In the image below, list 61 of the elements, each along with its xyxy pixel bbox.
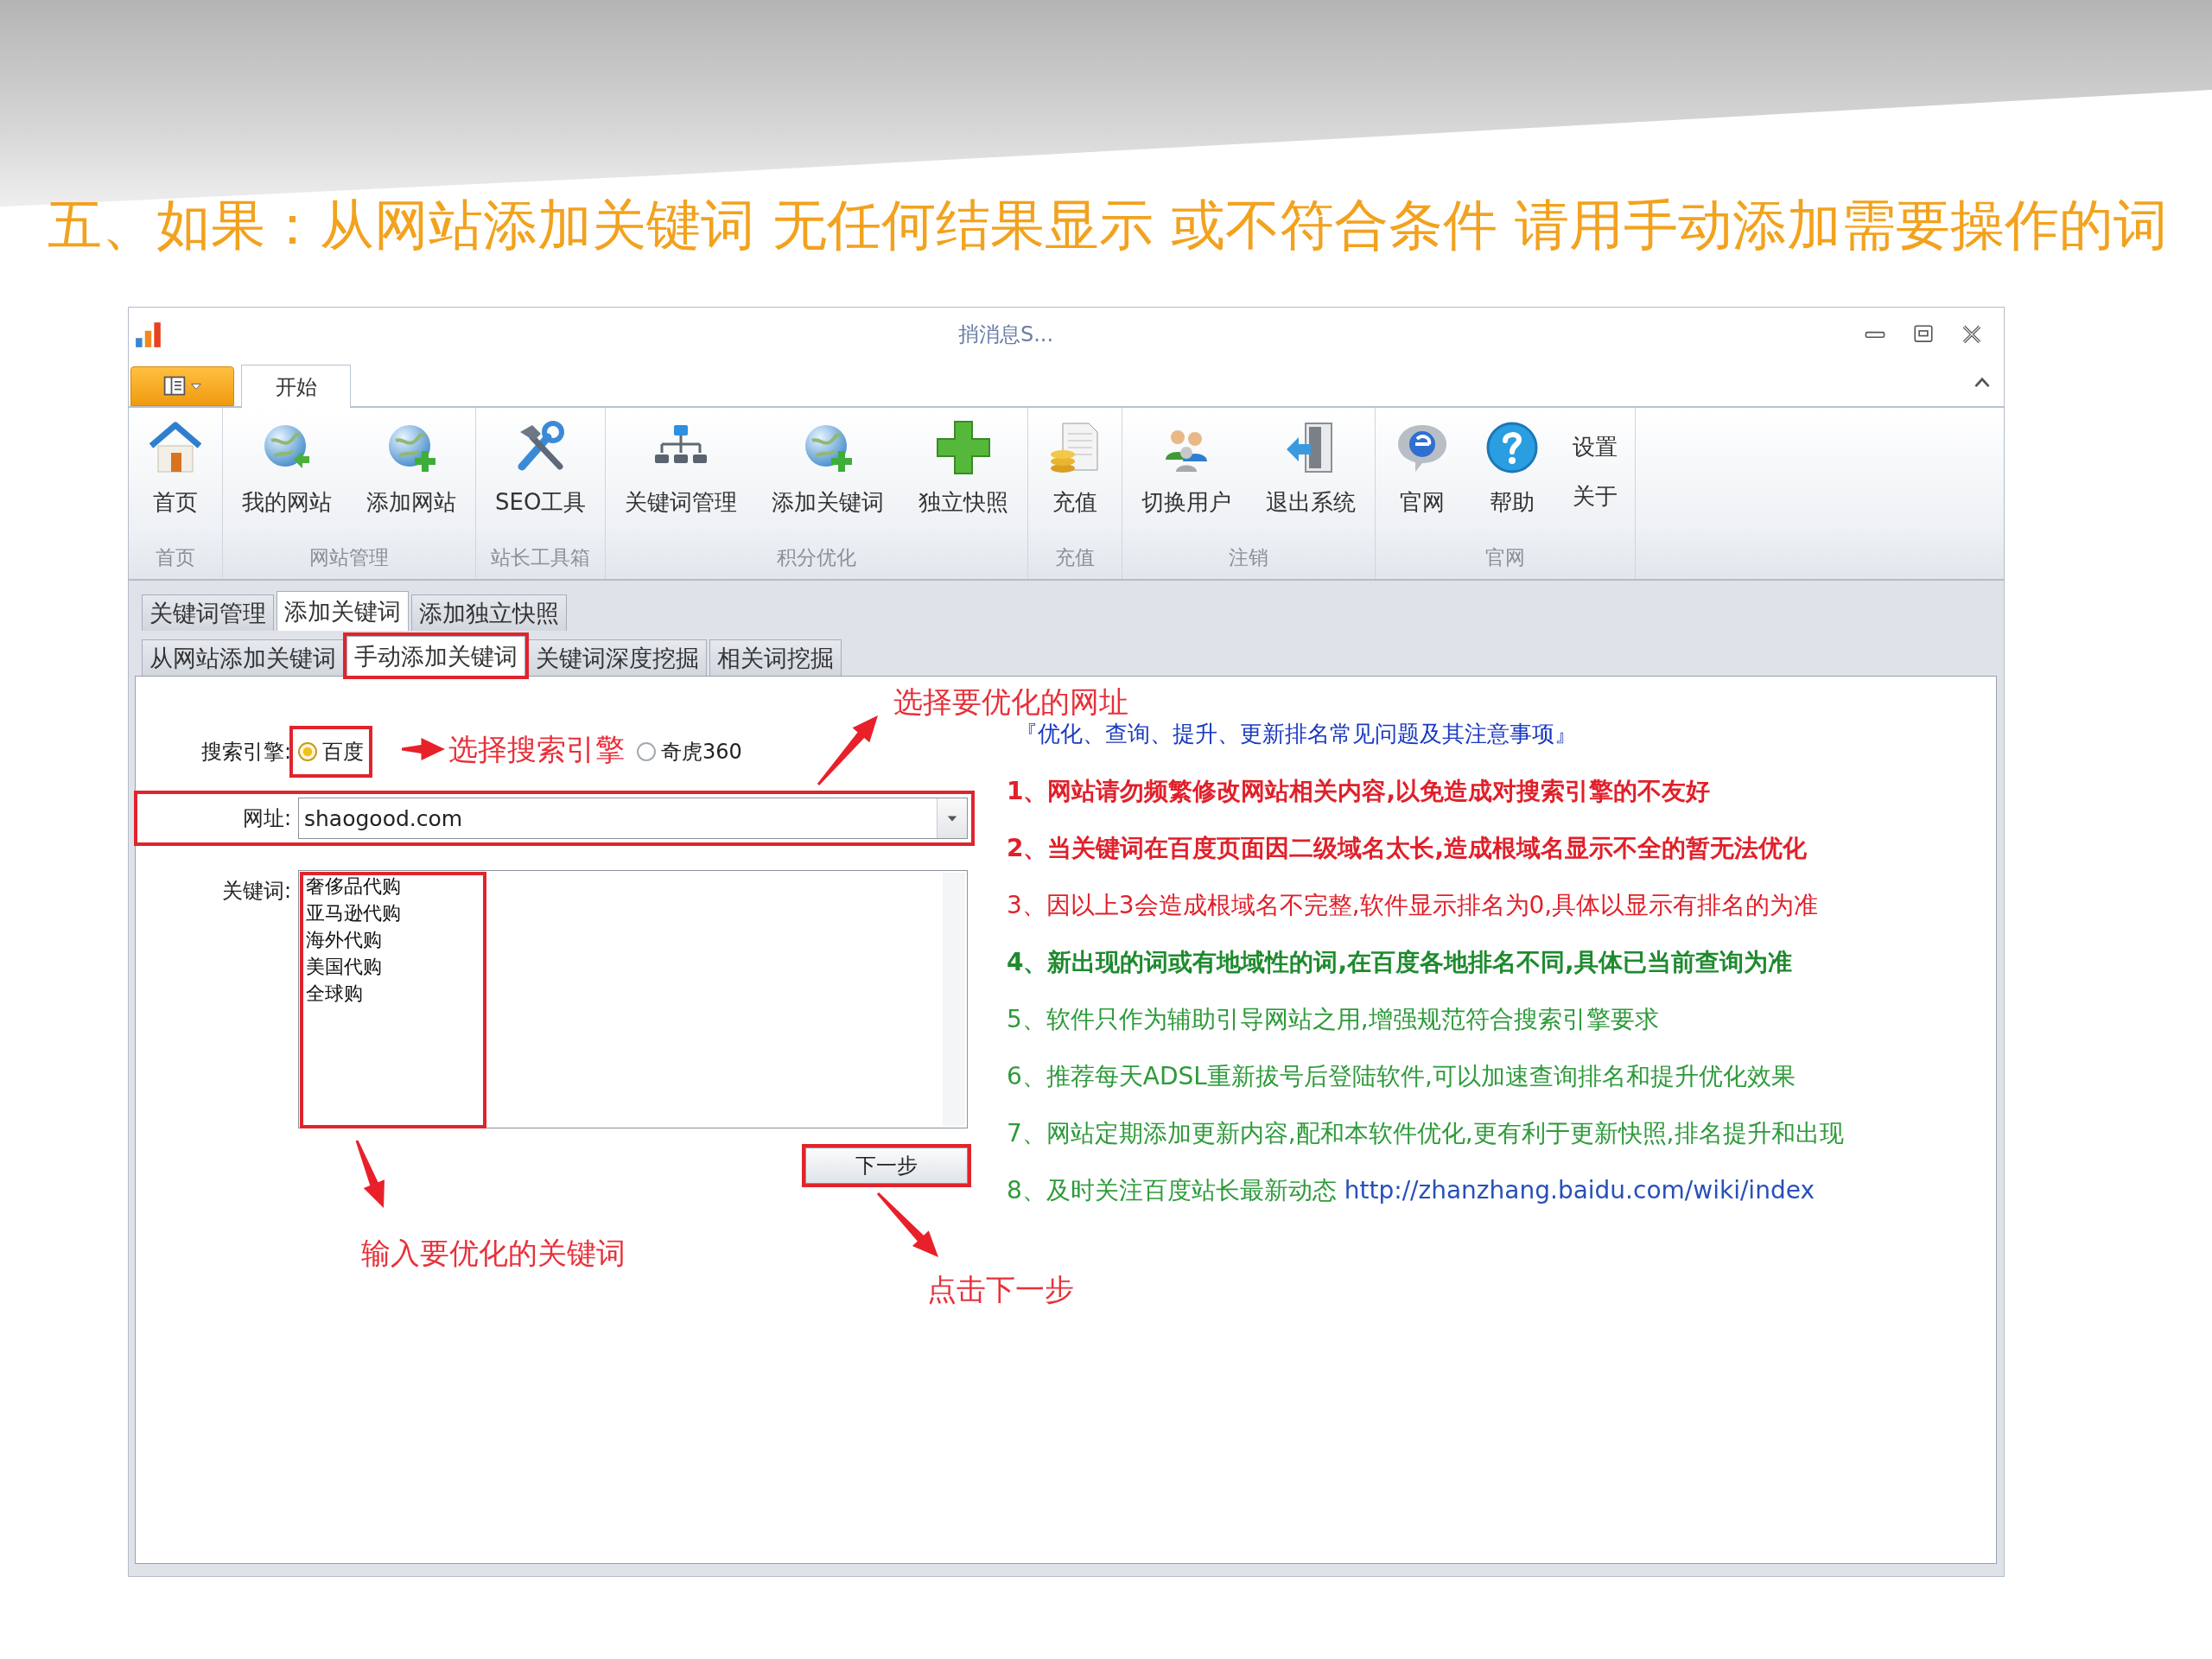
page-tab[interactable]: 添加关键词 bbox=[276, 591, 409, 631]
house-icon bbox=[148, 420, 203, 475]
ribbon-button[interactable]: 独立快照 bbox=[901, 408, 1027, 536]
note-text: 7、网站定期添加更新内容,配和本软件优化,更有利于更新快照,排名提升和出现 bbox=[1007, 1119, 1844, 1147]
ribbon-group-label: 网站管理 bbox=[308, 544, 390, 570]
sub-tab[interactable]: 相关词挖掘 bbox=[709, 639, 842, 676]
note-text: 3、因以上3会造成根域名不完整,软件显示排名为0,具体以显示有排名的为准 bbox=[1007, 891, 1819, 919]
note-text: 6、推荐每天ADSL重新拔号后登陆软件,可以加速查询排名和提升优化效果 bbox=[1007, 1062, 1796, 1090]
ribbon-group-label: 官网 bbox=[1484, 544, 1527, 570]
field-label: 关键词: bbox=[220, 878, 291, 905]
slide-title: 五、如果：从网站添加关键词 无任何结果显示 或不符合条件 请用手动添加需要操作的词 bbox=[48, 194, 2169, 257]
ribbon-button[interactable]: 我的网站 bbox=[225, 408, 349, 536]
link[interactable]: http://zhanzhang.baidu.com/wiki/index bbox=[1344, 1176, 1815, 1205]
ribbon-small-button[interactable]: 设置 bbox=[1573, 432, 1618, 462]
ribbon-button[interactable]: 帮助 bbox=[1467, 408, 1558, 536]
note-text: 2、当关键词在百度页面因二级域名太长,造成根域名显示不全的暂无法优化 bbox=[1007, 834, 1808, 862]
page-tab[interactable]: 添加独立快照 bbox=[411, 594, 567, 631]
sub-tab[interactable]: 关键词深度挖掘 bbox=[528, 639, 707, 676]
callout-text: 选择搜索引擎 bbox=[448, 732, 625, 766]
url-combobox[interactable]: shaogood.com bbox=[298, 798, 968, 839]
ribbon-button[interactable]: 充值 bbox=[1030, 408, 1121, 536]
note-text: 4、新出现的词或有地域性的词,在百度各地排名不同,具体已当前查询为准 bbox=[1007, 948, 1792, 976]
next-button[interactable]: 下一步 bbox=[805, 1147, 968, 1184]
plus-icon bbox=[936, 420, 992, 475]
engine-radio[interactable]: 奇虎360 bbox=[637, 738, 742, 766]
sub-tab[interactable]: 从网站添加关键词 bbox=[142, 639, 344, 676]
field-label: 网址: bbox=[241, 805, 291, 832]
ribbon-button[interactable]: 首页 bbox=[130, 408, 220, 536]
ribbon-button[interactable]: 关键词管理 bbox=[607, 408, 755, 536]
keywords-field[interactable]: 奢侈品代购 亚马逊代购 海外代购 美国代购 全球购 bbox=[298, 870, 968, 1128]
engine-radio[interactable]: 百度 bbox=[298, 738, 364, 766]
ribbon-tab[interactable]: 开始 bbox=[241, 365, 351, 408]
callout-text: 选择要优化的网址 bbox=[893, 684, 1128, 719]
ribbon-button[interactable]: 退出系统 bbox=[1249, 408, 1374, 536]
ribbon-button[interactable]: 添加网站 bbox=[349, 408, 474, 536]
window-title: 捎消息S... bbox=[957, 321, 1054, 348]
notes-heading: 『优化、查询、提升、更新排名常见问题及其注意事项』 bbox=[1015, 720, 1577, 748]
radio-indicator[interactable] bbox=[637, 742, 656, 761]
bar-chart-icon bbox=[134, 320, 163, 349]
note-text: 8、及时关注百度站长最新动态 bbox=[1007, 1176, 1337, 1205]
ribbon-button[interactable]: 官网 bbox=[1377, 408, 1468, 536]
note-text: 5、软件只作为辅助引导网站之用,增强规范符合搜索引擎要求 bbox=[1007, 1005, 1659, 1033]
ribbon-group-label: 注销 bbox=[1228, 544, 1270, 570]
close-icon[interactable] bbox=[1961, 323, 1983, 346]
callout-text: 输入要优化的关键词 bbox=[361, 1236, 626, 1270]
ribbon-small-button[interactable]: 关于 bbox=[1573, 481, 1618, 512]
radio-indicator[interactable] bbox=[298, 742, 317, 761]
ribbon-group-label: 充值 bbox=[1054, 544, 1096, 570]
ribbon-group-label: 首页 bbox=[155, 544, 196, 570]
ribbon-button[interactable]: SEO工具 bbox=[478, 408, 604, 536]
panel-icon bbox=[162, 374, 187, 398]
ribbon-button[interactable]: 添加关键词 bbox=[754, 408, 902, 536]
app-menu-button[interactable] bbox=[130, 366, 234, 406]
note-text: 1、网站请勿频繁修改网站相关内容,以免造成对搜索引擎的不友好 bbox=[1007, 777, 1711, 805]
field-label: 搜索引擎: bbox=[200, 739, 291, 766]
sub-tab[interactable]: 手动添加关键词 bbox=[346, 636, 525, 676]
ribbon-button[interactable]: 切换用户 bbox=[1124, 408, 1249, 536]
ribbon-group-label: 站长工具箱 bbox=[490, 544, 592, 570]
ribbon-group-label: 积分优化 bbox=[776, 544, 858, 570]
callout-text: 点击下一步 bbox=[927, 1272, 1074, 1306]
page-tab[interactable]: 关键词管理 bbox=[142, 594, 274, 631]
